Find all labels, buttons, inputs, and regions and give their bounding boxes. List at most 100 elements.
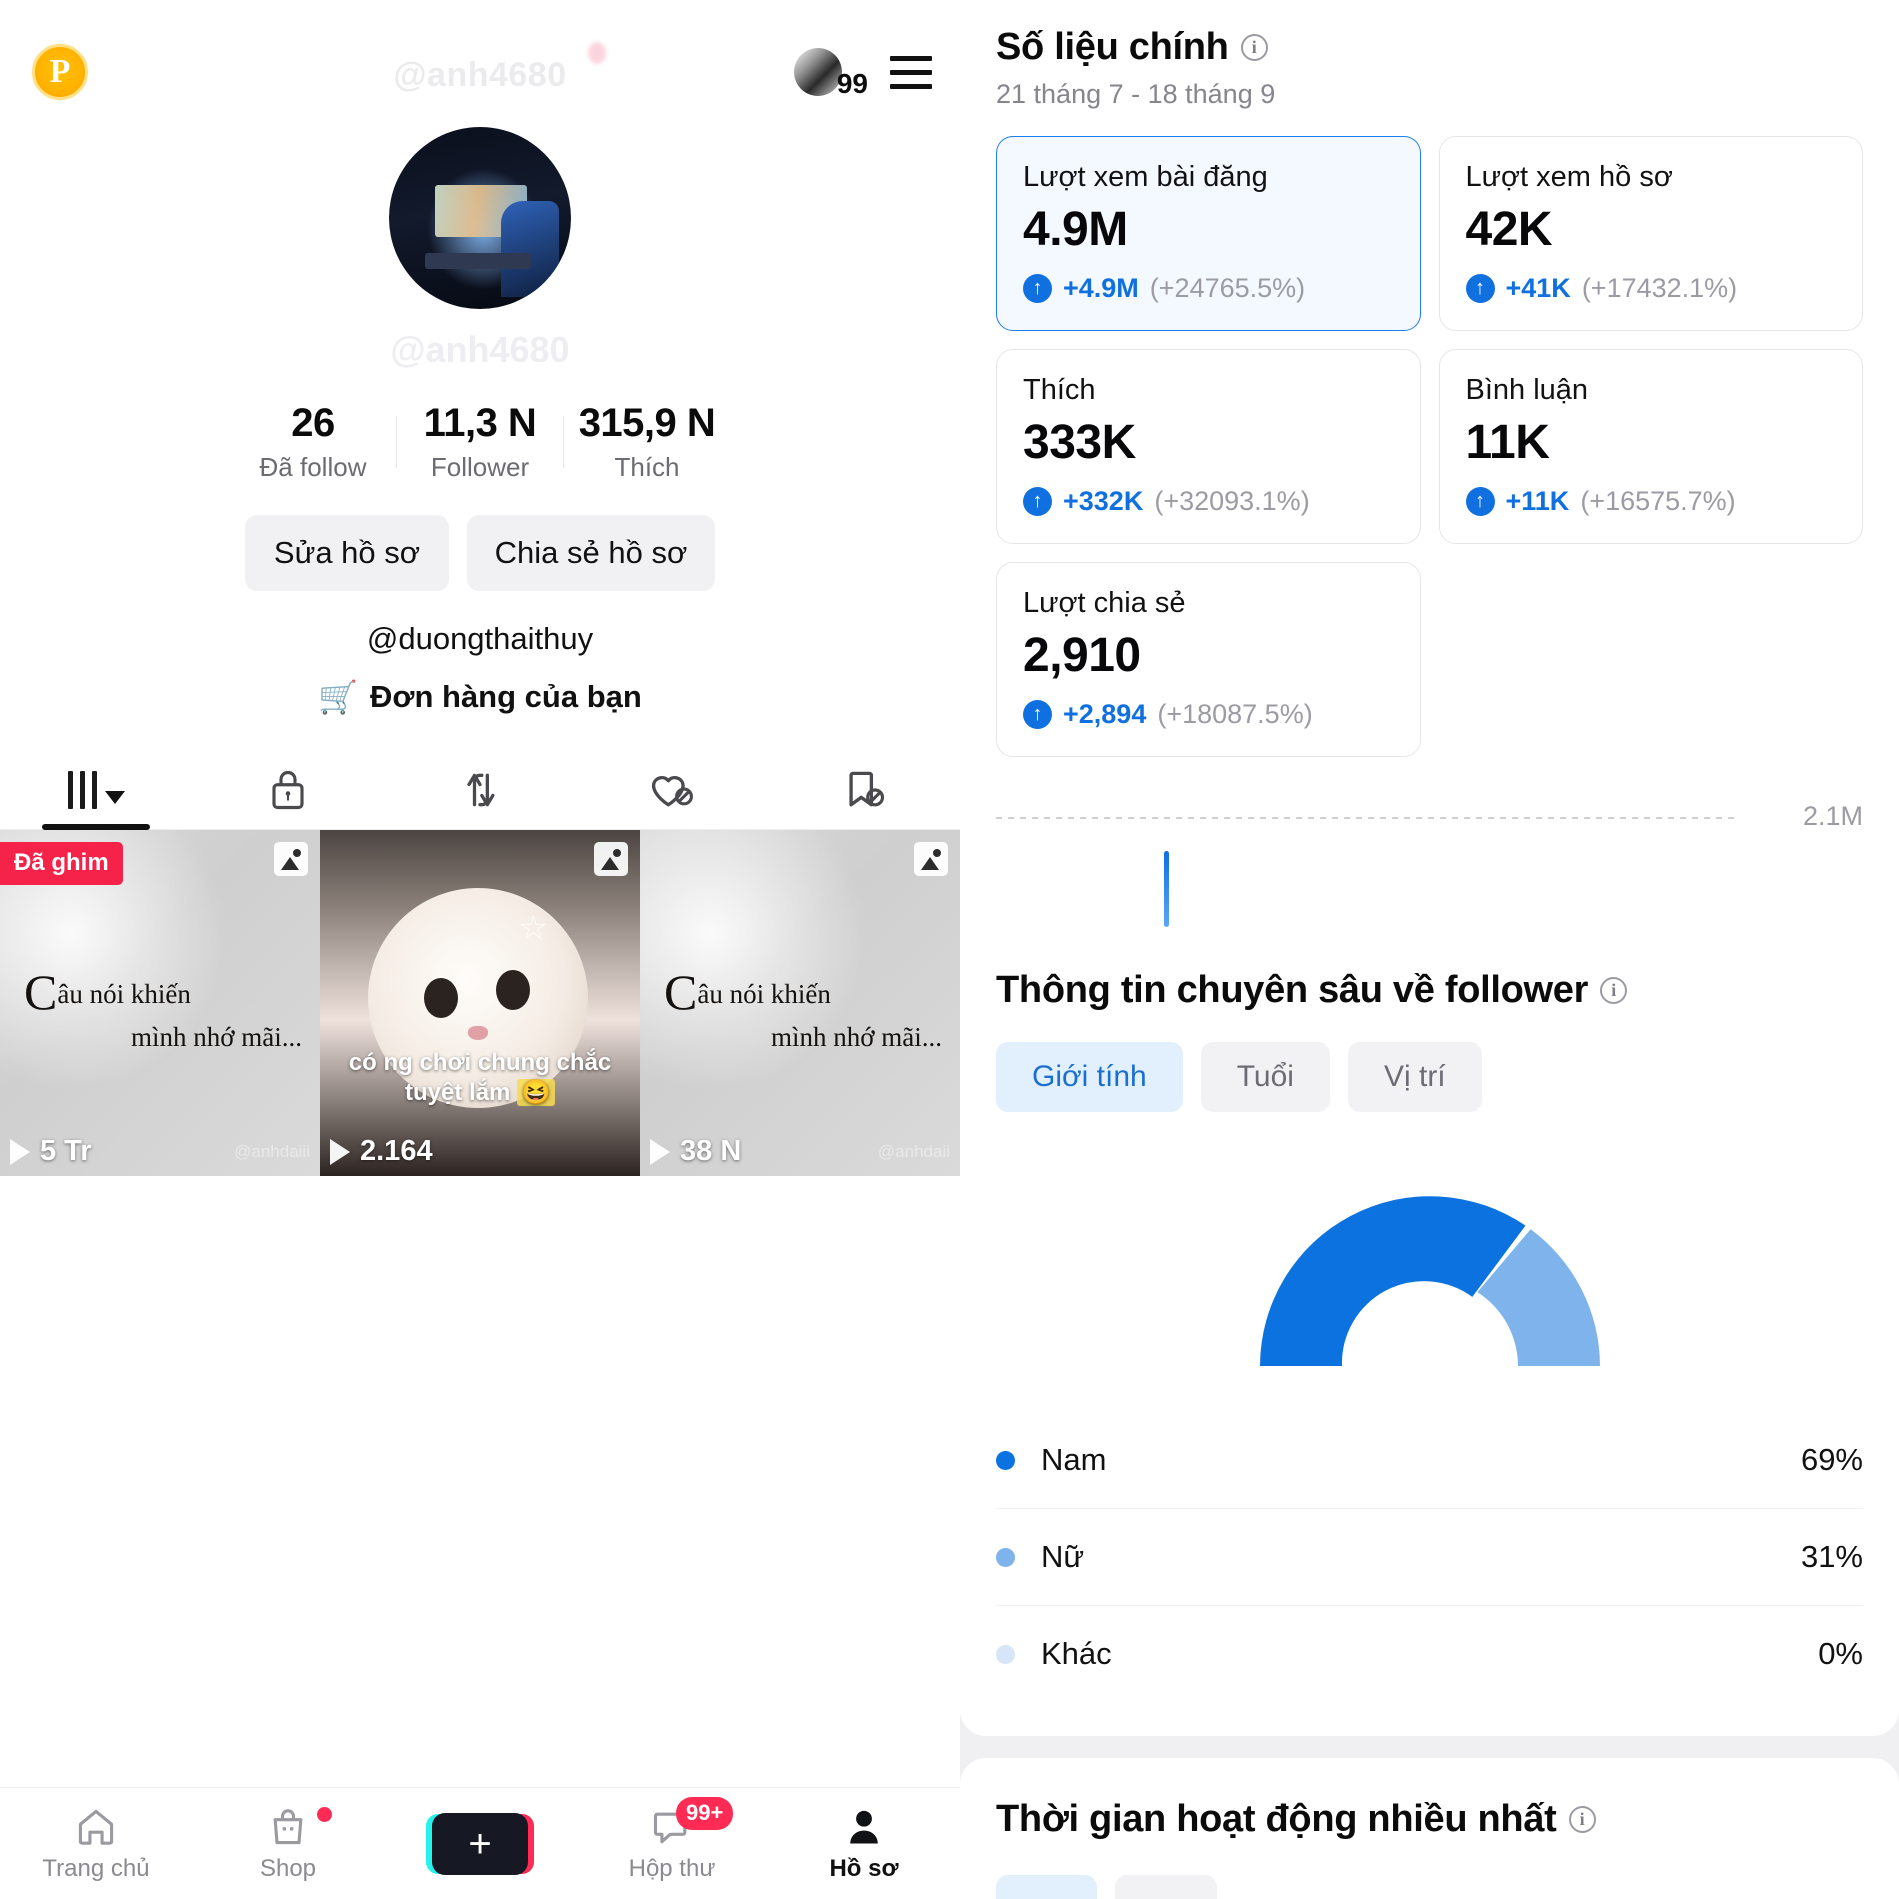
watermark: @anhdaiii xyxy=(234,1142,310,1161)
tab-gender[interactable]: Giới tính xyxy=(996,1042,1183,1112)
avatar-person-detail xyxy=(501,201,559,297)
edit-profile-button[interactable]: Sửa hồ sơ xyxy=(245,515,449,591)
create-plus-icon[interactable]: + xyxy=(432,1812,528,1875)
stat-following-label: Đã follow xyxy=(259,452,367,482)
nav-item-profile[interactable]: Hồ sơ xyxy=(768,1805,960,1883)
metric-delta-percent: (+16575.7%) xyxy=(1580,486,1736,516)
profile-avatar[interactable] xyxy=(389,127,571,309)
video-overlay-text: Câu nói khiến mình nhớ mãi... xyxy=(664,967,942,1053)
metric-card-profile-views[interactable]: Lượt xem hồ sơ 42K ↑ +41K (+17432.1%) xyxy=(1438,136,1863,331)
home-icon xyxy=(78,1809,114,1845)
tab-private[interactable] xyxy=(192,751,384,829)
legend-label-khac: Khác xyxy=(1041,1636,1112,1671)
nav-item-shop[interactable]: Shop xyxy=(192,1805,384,1883)
info-icon[interactable]: i xyxy=(1240,34,1268,61)
photo-post-icon xyxy=(594,842,628,876)
avatar-keyboard-detail xyxy=(425,253,531,269)
cat-nose xyxy=(468,1026,488,1040)
nav-item-home[interactable]: Trang chủ xyxy=(0,1805,192,1883)
active-time-tab-1[interactable] xyxy=(996,1875,1098,1899)
view-count-value: 5 Tr xyxy=(40,1135,92,1167)
tab-liked[interactable] xyxy=(576,751,768,829)
tiktok-profile-pane: P @anh4680 99 @anh4680 26 Đã follow 11,3… xyxy=(0,0,960,1899)
video-view-count: 38 N xyxy=(650,1135,741,1168)
stat-followers[interactable]: 11,3 N Follower xyxy=(397,401,563,483)
metric-label: Lượt xem hồ sơ xyxy=(1465,161,1673,193)
legend-label-nu: Nữ xyxy=(1041,1539,1085,1574)
legend-row-nu: Nữ 31% xyxy=(996,1509,1863,1606)
tab-saved[interactable] xyxy=(768,751,960,829)
star-sticker-icon: ☆ xyxy=(518,909,549,947)
gender-gauge-chart xyxy=(996,1166,1863,1372)
cat-eye-right xyxy=(496,970,530,1010)
tab-posts[interactable] xyxy=(0,751,192,830)
arrow-up-icon: ↑ xyxy=(1023,274,1052,303)
metric-card-post-views[interactable]: Lượt xem bài đăng 4.9M ↑ +4.9M (+24765.5… xyxy=(996,136,1421,331)
follower-insights-title-text: Thông tin chuyên sâu về follower xyxy=(996,969,1589,1011)
chart-gridline-label: 2.1M xyxy=(1802,801,1863,831)
metric-value: 42K xyxy=(1465,203,1553,256)
video-overlay-text: Câu nói khiến mình nhớ mãi... xyxy=(24,967,302,1053)
analytics-pane: Số liệu chính i 21 tháng 7 - 18 tháng 9 … xyxy=(960,0,1899,1899)
metric-delta-value: +41K xyxy=(1505,273,1571,303)
tab-location[interactable]: Vị trí xyxy=(1347,1042,1482,1112)
switch-account-avatar[interactable]: 99 xyxy=(794,48,868,99)
sparkline-chart: 2.1M xyxy=(996,801,1863,951)
legend-dot-nam xyxy=(996,1450,1015,1470)
nav-home-label: Trang chủ xyxy=(42,1854,150,1882)
metric-card-shares[interactable]: Lượt chia sẻ 2,910 ↑ +2,894 (+18087.5%) xyxy=(996,562,1421,757)
video-cell[interactable]: Đã ghim Câu nói khiến mình nhớ mãi... @a… xyxy=(0,830,320,1176)
video-cell[interactable]: Câu nói khiến mình nhớ mãi... @anhdaii 3… xyxy=(640,830,960,1176)
inbox-badge: 99+ xyxy=(676,1796,734,1830)
share-profile-button[interactable]: Chia sẻ hồ sơ xyxy=(467,515,715,591)
quote-line-2: mình nhớ mãi... xyxy=(130,1022,302,1052)
metric-card-likes[interactable]: Thích 333K ↑ +332K (+32093.1%) xyxy=(996,349,1421,544)
follower-insights-title: Thông tin chuyên sâu về follower i xyxy=(996,969,1863,1012)
account-count-badge: 99 xyxy=(836,68,868,99)
metric-delta-value: +2,894 xyxy=(1063,699,1147,729)
cat-eye-left xyxy=(424,978,458,1018)
caption-emoji: 😆 xyxy=(517,1079,555,1106)
quote-line-1: âu nói khiến xyxy=(57,979,191,1009)
stat-following[interactable]: 26 Đã follow xyxy=(230,401,396,483)
metric-label: Bình luận xyxy=(1465,374,1589,406)
pinned-badge: Đã ghim xyxy=(0,842,123,885)
active-time-sheet: Thời gian hoạt động nhiều nhất i xyxy=(960,1758,1899,1899)
metric-value: 2,910 xyxy=(1023,629,1141,682)
nav-item-inbox[interactable]: 99+ Hộp thư xyxy=(576,1796,768,1883)
hamburger-icon[interactable] xyxy=(890,55,932,89)
active-time-tab-2[interactable] xyxy=(1115,1875,1217,1899)
video-cell[interactable]: ☆ có ng chơi chung chắc tuyệt lắm 😆 2.16… xyxy=(320,830,640,1176)
metric-delta: ↑ +41K (+17432.1%) xyxy=(1465,273,1837,304)
stat-followers-label: Follower xyxy=(430,452,530,482)
shopping-cart-icon: 🛒 xyxy=(318,679,359,715)
photo-post-icon xyxy=(914,842,948,876)
video-grid: Đã ghim Câu nói khiến mình nhớ mãi... @a… xyxy=(0,830,960,1176)
your-orders-label: Đơn hàng của bạn xyxy=(370,679,642,714)
tab-age[interactable]: Tuổi xyxy=(1200,1042,1330,1112)
metric-card-comments[interactable]: Bình luận 11K ↑ +11K (+16575.7%) xyxy=(1438,349,1863,544)
stat-likes-label: Thích xyxy=(614,452,680,482)
metric-delta-percent: (+32093.1%) xyxy=(1154,486,1310,516)
key-metrics-title-text: Số liệu chính xyxy=(996,26,1229,68)
metric-delta: ↑ +4.9M (+24765.5%) xyxy=(1023,273,1394,304)
tab-repost[interactable] xyxy=(384,751,576,829)
metric-card-grid: Lượt xem bài đăng 4.9M ↑ +4.9M (+24765.5… xyxy=(996,136,1863,757)
nav-shop-label: Shop xyxy=(259,1854,317,1882)
your-orders-link[interactable]: 🛒 Đơn hàng của bạn xyxy=(0,679,960,715)
info-icon[interactable]: i xyxy=(1568,1806,1596,1833)
bottom-navigation: Trang chủ Shop + 99+ Hộp thư Hồ sơ xyxy=(0,1787,960,1899)
metric-delta-percent: (+18087.5%) xyxy=(1157,699,1313,729)
quote-line-1: âu nói khiến xyxy=(697,979,831,1009)
nav-item-create[interactable]: + xyxy=(384,1812,576,1875)
arrow-up-icon: ↑ xyxy=(1465,487,1495,516)
metric-delta-value: +4.9M xyxy=(1063,273,1139,303)
stat-likes[interactable]: 315,9 N Thích xyxy=(564,401,730,483)
active-time-tabs xyxy=(996,1875,1863,1899)
info-icon[interactable]: i xyxy=(1600,977,1628,1004)
legend-dot-nu xyxy=(996,1547,1015,1567)
screenshot-root: P @anh4680 99 @anh4680 26 Đã follow 11,3… xyxy=(0,0,1899,1899)
metric-delta-value: +11K xyxy=(1505,486,1570,516)
play-icon xyxy=(650,1138,670,1165)
stat-followers-value: 11,3 N xyxy=(423,401,537,445)
